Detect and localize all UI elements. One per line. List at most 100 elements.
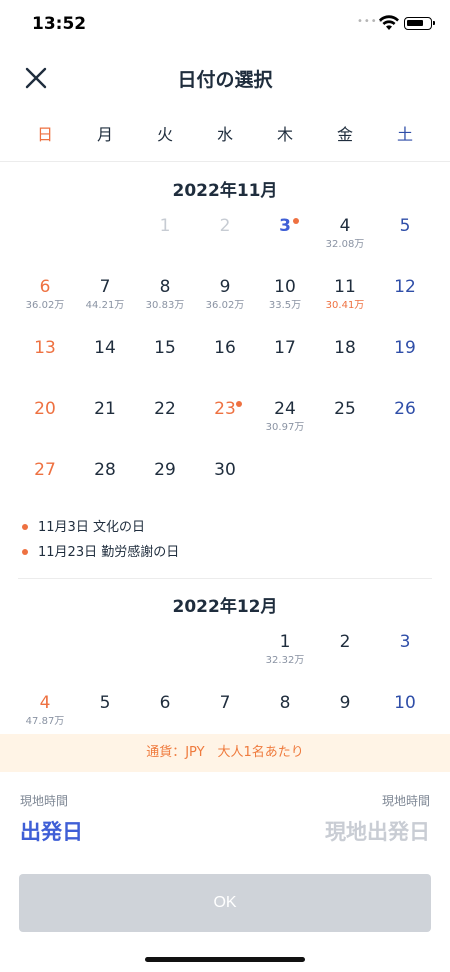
calendar-day[interactable]: 26 bbox=[375, 395, 435, 451]
calendar-day-price: 33.5万 bbox=[268, 300, 302, 311]
calendar-day[interactable]: 22 bbox=[135, 395, 195, 451]
page-title: 日付の選択 bbox=[177, 69, 273, 91]
ok-button[interactable]: OK bbox=[19, 874, 431, 932]
calendar-day[interactable]: 30 bbox=[195, 456, 255, 512]
calendar-day[interactable]: 27 bbox=[15, 456, 75, 512]
calendar-day-number: 23 bbox=[214, 399, 236, 419]
calendar-day[interactable]: 28 bbox=[75, 456, 135, 512]
calendar-day-number: 28 bbox=[94, 460, 116, 480]
calendar-day-number: 20 bbox=[34, 399, 56, 419]
calendar-day[interactable]: 7 44.21万 bbox=[75, 273, 135, 329]
calendar-day-number: 7 bbox=[219, 693, 231, 713]
calendar-day[interactable]: 12 bbox=[375, 273, 435, 329]
holiday-dot-icon bbox=[22, 548, 28, 555]
weekday-header: 日 月 火 水 木 金 土 bbox=[0, 108, 450, 162]
calendar-day-price: 47.87万 bbox=[25, 716, 65, 727]
status-bar: 13:52 •••• bbox=[0, 0, 450, 48]
calendar-day[interactable]: 3 bbox=[375, 628, 435, 684]
calendar-day-number: 2 bbox=[219, 216, 231, 236]
weekday-tue: 火 bbox=[156, 125, 173, 144]
calendar-day-price: 30.97万 bbox=[265, 422, 305, 433]
holiday-note: 11月23日 勤労感謝の日 bbox=[22, 541, 179, 560]
calendar-day-number: 3 bbox=[279, 216, 291, 236]
calendar-day[interactable]: 19 bbox=[375, 334, 435, 390]
calendar-day[interactable]: 25 bbox=[315, 395, 375, 451]
calendar-day[interactable]: 17 bbox=[255, 334, 315, 390]
holiday-text: 11月3日 文化の日 bbox=[38, 520, 145, 535]
calendar-day[interactable]: 9 36.02万 bbox=[195, 273, 255, 329]
calendar-day[interactable]: 29 bbox=[135, 456, 195, 512]
month-title-december: 2022年12月 bbox=[172, 597, 278, 617]
calendar-day[interactable]: 14 bbox=[75, 334, 135, 390]
calendar-day[interactable]: 18 bbox=[315, 334, 375, 390]
bottom-panel: 現地時間 現地時間 出発日 現地出発日 OK bbox=[0, 772, 450, 972]
calendar-day-number: 21 bbox=[94, 399, 116, 419]
calendar-day[interactable]: 11 30.41万 bbox=[315, 273, 375, 329]
calendar-day-number: 30 bbox=[214, 460, 236, 480]
status-time: 13:52 bbox=[32, 14, 87, 34]
calendar-day-number: 19 bbox=[394, 338, 416, 358]
calendar-day-number: 1 bbox=[279, 632, 291, 652]
wifi-icon bbox=[379, 15, 399, 30]
calendar-day[interactable]: 1 32.32万 bbox=[255, 628, 315, 684]
calendar-day[interactable]: 5 bbox=[375, 212, 435, 268]
calendar-day-number: 24 bbox=[274, 399, 296, 419]
calendar-day-price: 30.41万 bbox=[325, 300, 365, 311]
holiday-note: 11月3日 文化の日 bbox=[22, 516, 145, 535]
calendar-day[interactable]: 21 bbox=[75, 395, 135, 451]
holiday-dot-icon bbox=[22, 523, 28, 530]
calendar-day-number: 15 bbox=[154, 338, 176, 358]
calendar-day-price: 44.21万 bbox=[85, 300, 125, 311]
calendar-day[interactable]: 8 30.83万 bbox=[135, 273, 195, 329]
calendar-day-number: 9 bbox=[219, 277, 231, 297]
calendar-day-number: 18 bbox=[334, 338, 356, 358]
weekday-fri: 金 bbox=[336, 125, 353, 144]
calendar-day-number: 10 bbox=[394, 693, 416, 713]
calendar-day-number: 1 bbox=[159, 216, 171, 236]
calendar-day: 2 bbox=[195, 212, 255, 268]
calendar-day-number: 4 bbox=[339, 216, 351, 236]
weekday-sun: 日 bbox=[36, 125, 53, 144]
calendar-day-number: 11 bbox=[334, 277, 356, 297]
calendar-day[interactable]: 20 bbox=[15, 395, 75, 451]
calendar-day[interactable]: 10 33.5万 bbox=[255, 273, 315, 329]
calendar-day[interactable]: 2 bbox=[315, 628, 375, 684]
currency-banner: 通貨：JPY 大人1名あたり bbox=[0, 734, 450, 772]
holiday-text: 11月23日 勤労感謝の日 bbox=[38, 545, 180, 560]
calendar-day-number: 8 bbox=[279, 693, 291, 713]
battery-icon bbox=[404, 17, 435, 30]
calendar-day-price: 30.83万 bbox=[145, 300, 185, 311]
calendar-day-number: 25 bbox=[334, 399, 356, 419]
month-divider bbox=[18, 578, 432, 579]
weekday-thu: 木 bbox=[276, 125, 293, 144]
calendar-day: 1 bbox=[135, 212, 195, 268]
calendar-day[interactable]: 15 bbox=[135, 334, 195, 390]
calendar-day[interactable]: 16 bbox=[195, 334, 255, 390]
calendar-day-number: 17 bbox=[274, 338, 296, 358]
calendar-day[interactable]: 4 32.08万 bbox=[315, 212, 375, 268]
calendar-day[interactable]: 6 36.02万 bbox=[15, 273, 75, 329]
calendar-day-number: 2 bbox=[339, 632, 351, 652]
holiday-dot-icon bbox=[236, 401, 242, 407]
calendar-day-number: 8 bbox=[159, 277, 171, 297]
departure-date-field[interactable]: 出発日 bbox=[20, 816, 83, 846]
return-date-field[interactable]: 現地出発日 bbox=[325, 816, 430, 846]
return-timezone-label: 現地時間 bbox=[381, 794, 430, 808]
departure-timezone-label: 現地時間 bbox=[20, 794, 69, 808]
month-title-november: 2022年11月 bbox=[172, 181, 278, 201]
holiday-dot-icon bbox=[293, 218, 299, 224]
calendar-day-number: 3 bbox=[399, 632, 411, 652]
navigation-bar: 日付の選択 bbox=[0, 48, 450, 108]
calendar-day[interactable]: 13 bbox=[15, 334, 75, 390]
calendar-day-number: 6 bbox=[159, 693, 171, 713]
calendar-day[interactable]: 24 30.97万 bbox=[255, 395, 315, 451]
calendar-day-number: 6 bbox=[39, 277, 51, 297]
weekday-sat: 土 bbox=[396, 125, 413, 144]
calendar-day-price: 36.02万 bbox=[25, 300, 65, 311]
calendar-day[interactable]: 3 bbox=[255, 212, 315, 268]
calendar-day-number: 10 bbox=[274, 277, 296, 297]
calendar-day-number: 4 bbox=[39, 693, 51, 713]
weekday-wed: 水 bbox=[216, 125, 233, 144]
calendar-day[interactable]: 23 bbox=[195, 395, 255, 451]
calendar-day-number: 29 bbox=[154, 460, 176, 480]
